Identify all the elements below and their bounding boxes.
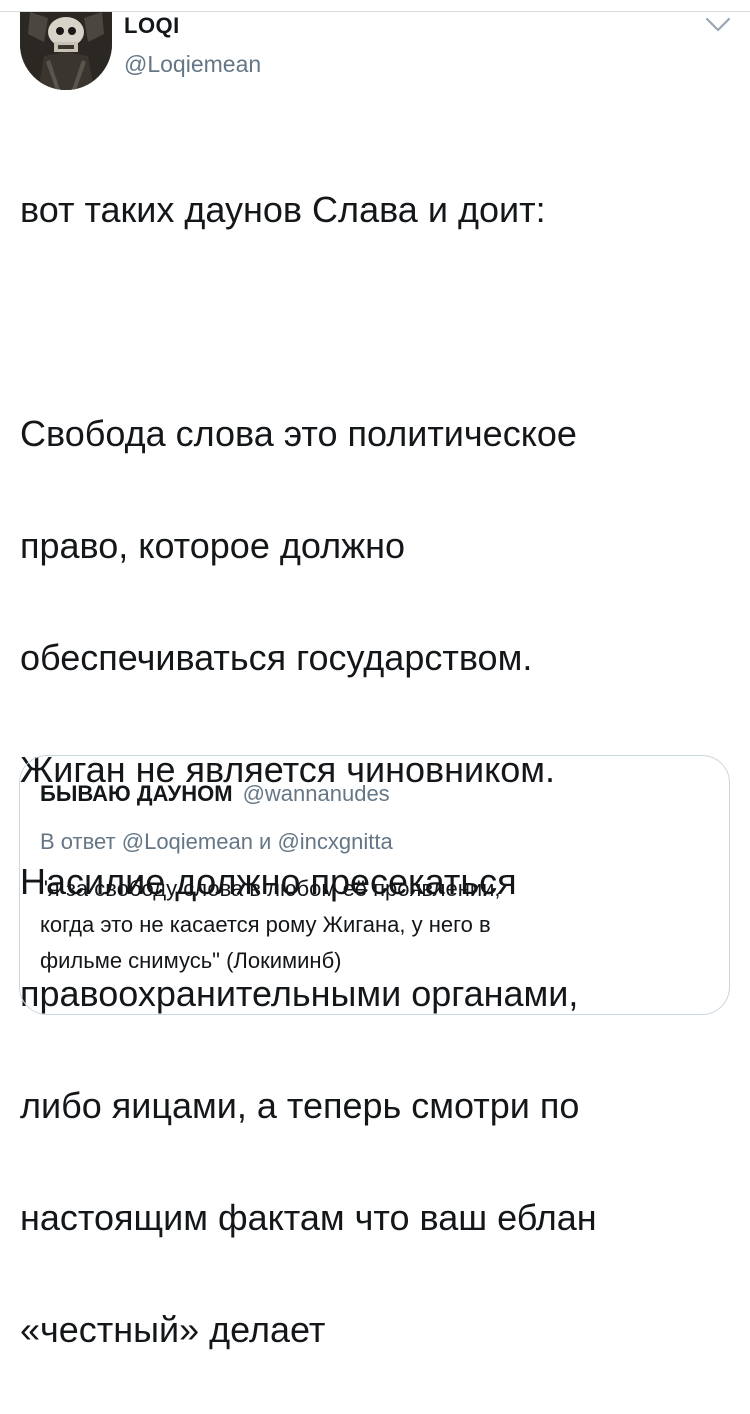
- quoted-author-handle: @wannanudes: [242, 781, 390, 806]
- top-divider: [0, 11, 750, 12]
- quoted-tweet-line: когда это не касается рому Жигана, у нег…: [40, 912, 491, 937]
- tweet-line: либо яицами, а теперь смотри по: [20, 1085, 580, 1126]
- chevron-down-icon[interactable]: [704, 16, 732, 34]
- avatar[interactable]: [20, 12, 112, 90]
- avatar-image: [20, 12, 112, 90]
- tweet-line: обеспечиваться государством.: [20, 637, 533, 678]
- quoted-tweet-line: фильме снимусь" (Локиминб): [40, 948, 342, 973]
- tweet-line: [20, 294, 735, 350]
- author-name[interactable]: LOQI: [124, 13, 180, 39]
- tweet-line: настоящим фактам что ваш еблан: [20, 1197, 597, 1238]
- quoted-reply-to: В ответ @Loqiemean и @incxgnitta: [40, 829, 393, 854]
- tweet-line: право, которое должно: [20, 525, 406, 566]
- quoted-tweet-card[interactable]: БЫВАЮ ДАУНОМ @wannanudes В ответ @Loqieme…: [19, 755, 730, 1015]
- quoted-tweet-text: "я за свободу слова в любом её проявлени…: [40, 871, 700, 979]
- tweet-line: Свобода слова это политическое: [20, 413, 577, 454]
- quoted-author-name: БЫВАЮ ДАУНОМ: [40, 781, 233, 806]
- tweet-line: вот таких даунов Слава и доит:: [20, 189, 546, 230]
- quoted-tweet-line: "я за свободу слова в любом её проявлени…: [40, 876, 501, 901]
- tweet-line: «честный» делает: [20, 1309, 326, 1350]
- author-handle[interactable]: @Loqiemean: [124, 51, 261, 78]
- quoted-tweet-header: БЫВАЮ ДАУНОМ @wannanudes: [40, 781, 390, 807]
